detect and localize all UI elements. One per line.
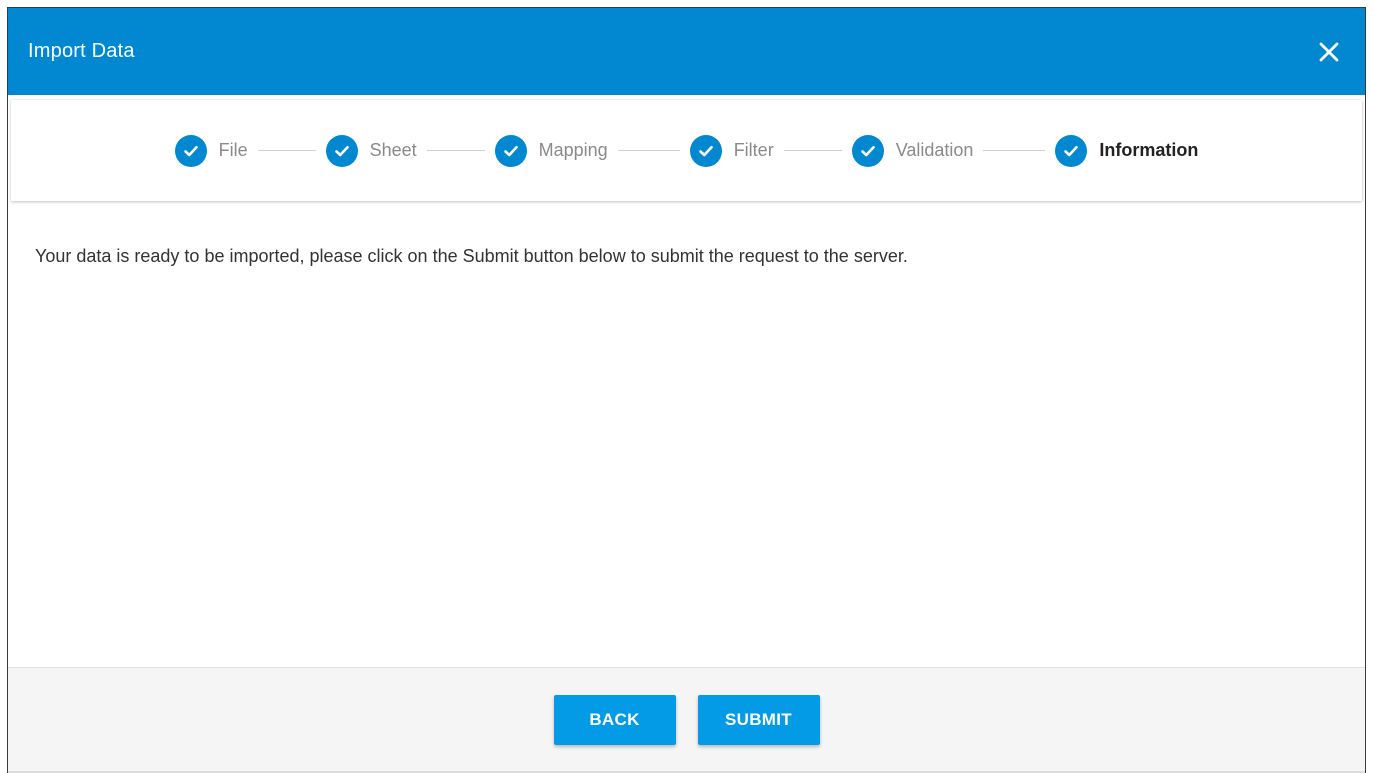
step-mapping[interactable]: Mapping xyxy=(494,134,608,167)
dialog-title: Import Data xyxy=(28,40,135,62)
stepper: File Sheet Mapping Filter Validation Inf… xyxy=(11,100,1362,201)
step-sheet[interactable]: Sheet xyxy=(325,134,417,167)
back-button[interactable]: BACK xyxy=(553,695,676,745)
step-file[interactable]: File xyxy=(174,134,248,167)
close-icon[interactable] xyxy=(1313,36,1345,68)
check-icon xyxy=(494,134,527,167)
step-connector xyxy=(983,150,1046,151)
import-data-dialog: Import Data File Sheet Mapping Filter Va… xyxy=(7,7,1366,773)
step-validation[interactable]: Validation xyxy=(851,134,974,167)
step-connector xyxy=(426,150,485,151)
check-icon xyxy=(174,134,207,167)
check-icon xyxy=(851,134,884,167)
dialog-content: Your data is ready to be imported, pleas… xyxy=(8,201,1365,667)
step-filter[interactable]: Filter xyxy=(689,134,774,167)
step-label: Mapping xyxy=(538,140,608,160)
step-label: Sheet xyxy=(369,140,417,160)
dialog-footer: BACK SUBMIT xyxy=(8,667,1365,773)
submit-button[interactable]: SUBMIT xyxy=(697,695,820,745)
step-label: Validation xyxy=(895,140,974,160)
step-connector xyxy=(257,150,316,151)
step-information[interactable]: Information xyxy=(1055,134,1199,167)
dialog-header: Import Data xyxy=(8,8,1365,95)
info-message: Your data is ready to be imported, pleas… xyxy=(35,246,908,266)
step-connector xyxy=(617,150,680,151)
step-label: File xyxy=(218,140,248,160)
check-icon xyxy=(1055,134,1088,167)
step-label: Information xyxy=(1099,140,1199,160)
check-icon xyxy=(689,134,722,167)
check-icon xyxy=(325,134,358,167)
step-label: Filter xyxy=(733,140,774,160)
step-connector xyxy=(783,150,842,151)
